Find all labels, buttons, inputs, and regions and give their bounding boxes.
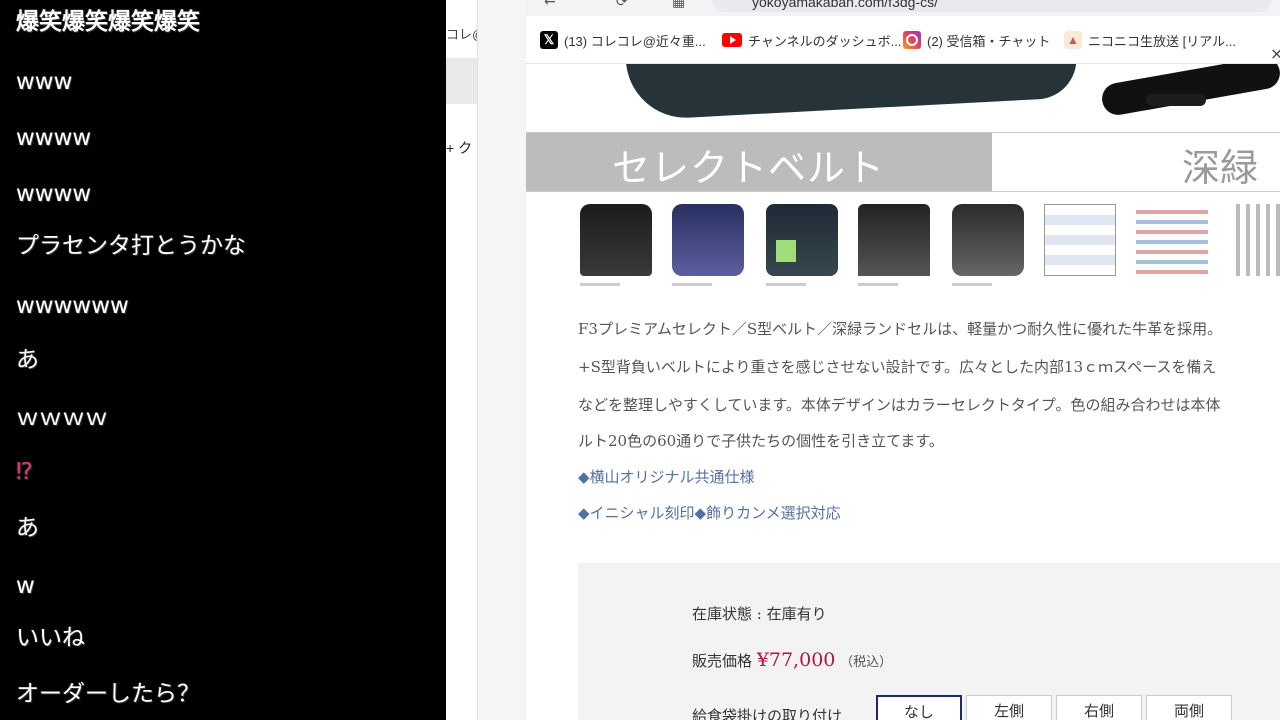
price-value: ¥77,000 [756, 649, 836, 671]
bookmark-label: (13) コレコレ@近々重... [564, 33, 706, 49]
option-both[interactable]: 両側 [1146, 695, 1232, 720]
stock-status: 在庫状態 : 在庫有り [692, 605, 827, 623]
comment-line: w [16, 573, 35, 599]
bookmark-label: ニコニコ生放送 [リアル... [1088, 33, 1236, 49]
thumbnail-image [1136, 204, 1208, 276]
thumbnail-indicator [672, 283, 712, 286]
back-icon[interactable]: ← [544, 0, 556, 10]
bookmark-label: (2) 受信箱・チャット [927, 33, 1051, 49]
background-window: コレ@ + ク [446, 0, 526, 720]
bookmarks-bar: 𝕏 (13) コレコレ@近々重... チャンネルのダッシュボ... (2) 受信… [526, 16, 1280, 64]
thumbnail-image [672, 204, 744, 276]
thumbnail-image [1230, 204, 1280, 276]
url-text[interactable]: yokoyamakaban.com/f3dg-cs/ [752, 0, 938, 10]
comment-line: wwwwww [16, 293, 129, 319]
cut-off-menu-text: + ク [446, 140, 473, 156]
purchase-panel: 在庫状態 : 在庫有り 販売価格 ¥77,000 （税込） 給食袋掛けの取り付け… [578, 563, 1280, 720]
window-gutter [478, 0, 526, 720]
thumbnail-indicator [766, 283, 806, 286]
strap-image [1099, 64, 1280, 118]
randoseru-image [623, 64, 1079, 121]
option-left[interactable]: 左側 [966, 695, 1052, 720]
thumbnail[interactable] [668, 200, 748, 286]
selected-row [446, 58, 478, 104]
comment-line: www [16, 69, 73, 95]
instagram-icon [903, 31, 921, 49]
comment-line: ⁉ [16, 459, 33, 485]
bag-hook-label: 給食袋掛けの取り付け [692, 707, 843, 720]
thumbnail-indicator [858, 283, 898, 286]
banner-product-name: セレクトベルト [612, 146, 886, 190]
tax-note: （税込） [840, 655, 893, 670]
comment-line: ｗｗｗｗ [16, 405, 108, 431]
thumbnail-indicator [952, 283, 992, 286]
thumbnail-image [858, 204, 930, 276]
description-line: +S型背負いベルトにより重さを感じさせない設計です。広々とした内部13ｃｍスペー… [578, 358, 1217, 376]
thumbnail-image [1044, 204, 1116, 276]
description-line: F3プレミアムセレクト／S型ベルト／深緑ランドセルは、軽量かつ耐久性に優れた牛革… [578, 320, 1223, 338]
bookmark-label: チャンネルのダッシュボ... [748, 33, 902, 49]
comment-line: プラセンタ打とうかな [16, 233, 246, 259]
thumbnail[interactable] [576, 200, 656, 286]
bookmark-niconico[interactable]: ▲ ニコニコ生放送 [リアル... [1064, 30, 1236, 50]
niconico-icon: ▲ [1064, 31, 1082, 49]
browser-window: ← ⟳ ▦ yokoyamakaban.com/f3dg-cs/ 𝕏 (13) … [526, 0, 1280, 720]
address-bar-area: ← ⟳ ▦ yokoyamakaban.com/f3dg-cs/ [526, 0, 1280, 16]
product-banner: セレクトベルト 深緑 [526, 132, 1280, 192]
engraving-link[interactable]: ◆イニシャル刻印◆飾りカンメ選択対応 [578, 502, 841, 523]
option-right[interactable]: 右側 [1056, 695, 1142, 720]
product-hero-image [526, 64, 1280, 132]
price-label: 販売価格 [692, 652, 753, 670]
reload-icon[interactable]: ⟳ [616, 0, 628, 10]
comment-line: wwww [16, 181, 92, 207]
comment-line: オーダーしたら？ [16, 681, 200, 707]
thumbnail-image [766, 204, 838, 276]
comment-line: wwww [16, 125, 92, 151]
bookmark-instagram[interactable]: (2) 受信箱・チャット [903, 30, 1050, 50]
thumbnail[interactable] [854, 200, 934, 286]
comment-overlay: 爆笑爆笑爆笑爆笑 www wwww wwww プラセンタ打とうかな wwwwww あ ｗｗｗｗ… [0, 0, 446, 720]
thumbnail[interactable] [1132, 200, 1212, 286]
bookmark-x[interactable]: 𝕏 (13) コレコレ@近々重... [540, 30, 706, 50]
thumbnail-image [952, 204, 1024, 276]
strap-buckle-image [1146, 94, 1206, 106]
description-line: ルト20色の60通りで子供たちの個性を引き立てます。 [578, 432, 944, 450]
thumbnail[interactable] [948, 200, 1028, 286]
bookmark-youtube[interactable]: チャンネルのダッシュボ... [722, 30, 901, 50]
thumbnail-image [580, 204, 652, 276]
thumbnail[interactable] [1226, 200, 1280, 286]
banner-color-name: 深緑 [1182, 146, 1259, 190]
comment-line: あ [16, 347, 39, 373]
thumbnail-indicator [580, 283, 620, 286]
close-icon[interactable]: × [1270, 44, 1280, 63]
option-none[interactable]: なし [876, 695, 962, 720]
comment-line: あ [16, 515, 39, 541]
spec-link[interactable]: ◆横山オリジナル共通仕様 [578, 466, 755, 487]
price-row: 販売価格 ¥77,000 （税込） [692, 649, 892, 671]
comment-line: いいね [16, 625, 85, 651]
youtube-icon [722, 33, 742, 47]
extensions-icon[interactable]: ▦ [672, 0, 685, 10]
thumbnail[interactable] [762, 200, 842, 286]
comment-line: 爆笑爆笑爆笑爆笑 [16, 9, 200, 35]
description-line: などを整理しやすくしています。本体デザインはカラーセレクトタイプ。色の組み合わせ… [578, 396, 1221, 414]
x-icon: 𝕏 [540, 31, 558, 49]
thumbnail[interactable] [1040, 200, 1120, 286]
thumbnail-gallery [576, 200, 1280, 288]
